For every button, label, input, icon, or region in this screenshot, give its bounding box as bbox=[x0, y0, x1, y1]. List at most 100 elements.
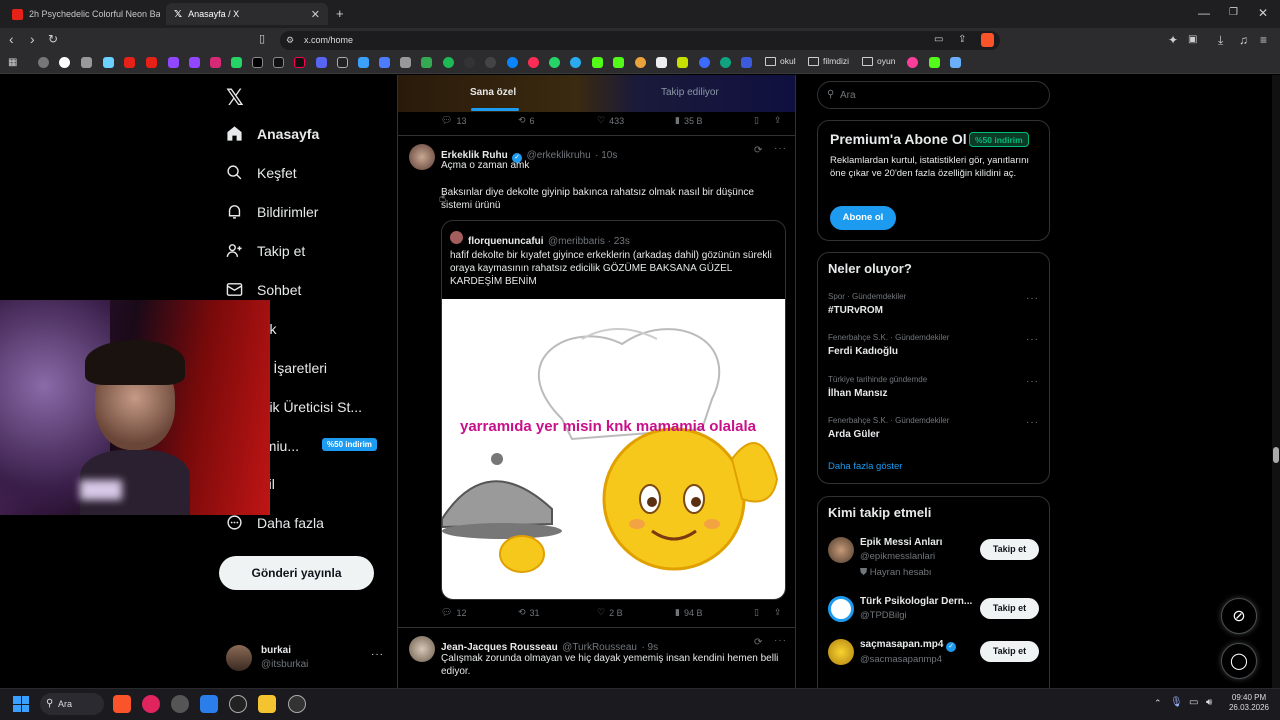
github-bookmark-icon[interactable] bbox=[485, 57, 496, 68]
trend-more-icon[interactable]: ··· bbox=[1026, 417, 1039, 428]
close-tab-icon[interactable]: ✕ bbox=[311, 8, 320, 21]
bookmark-icon[interactable] bbox=[358, 57, 369, 68]
bookmark-icon[interactable] bbox=[950, 57, 961, 68]
brave-taskbar-icon[interactable] bbox=[113, 695, 131, 713]
trend-more-icon[interactable]: ··· bbox=[1026, 334, 1039, 345]
grok-taskbar-icon[interactable] bbox=[229, 695, 247, 713]
follow-button[interactable]: Takip et bbox=[980, 641, 1039, 662]
address-bar[interactable]: x.com/home bbox=[280, 31, 1000, 50]
app-taskbar-icon[interactable] bbox=[171, 695, 189, 713]
bookmark-folder-oyun[interactable]: oyun bbox=[862, 56, 895, 66]
app-taskbar-icon[interactable] bbox=[200, 695, 218, 713]
grok-floating-button[interactable]: ⊘ bbox=[1221, 598, 1257, 634]
nav-notifications[interactable]: Bildirimler bbox=[226, 203, 318, 220]
bookmark-icon[interactable] bbox=[699, 57, 710, 68]
reload-icon[interactable]: ↻ bbox=[48, 33, 58, 45]
youtube-bookmark-icon[interactable] bbox=[124, 57, 135, 68]
tab-for-you[interactable]: Sana özel bbox=[470, 87, 516, 98]
taskbar-clock[interactable]: 09:40 PM 26.03.2026 bbox=[1226, 693, 1272, 713]
nav-home[interactable]: Anasayfa bbox=[226, 125, 319, 142]
bookmark-action-icon[interactable]: ▯ bbox=[754, 115, 759, 126]
suggestion-name[interactable]: Türk Psikologlar Dern... bbox=[860, 596, 972, 607]
share-action-icon[interactable]: ⇪ bbox=[774, 115, 782, 126]
show-more-link[interactable]: Daha fazla göster bbox=[828, 461, 902, 472]
tweet-more-icon[interactable]: ··· bbox=[774, 635, 787, 646]
bookmark-icon[interactable] bbox=[507, 57, 518, 68]
telegram-bookmark-icon[interactable] bbox=[570, 57, 581, 68]
chatgpt-bookmark-icon[interactable] bbox=[720, 57, 731, 68]
brave-shield-icon[interactable] bbox=[981, 33, 994, 47]
kick-bookmark-icon[interactable] bbox=[929, 57, 940, 68]
suggestion-avatar[interactable] bbox=[828, 596, 854, 622]
bookmark-icon[interactable] bbox=[273, 57, 284, 68]
nav-more[interactable]: Daha fazla bbox=[226, 514, 324, 531]
twitch-bookmark-icon[interactable] bbox=[168, 57, 179, 68]
back-icon[interactable]: ‹ bbox=[9, 32, 14, 46]
site-info-icon[interactable]: ⚙ bbox=[286, 34, 294, 46]
x-bookmark-icon[interactable] bbox=[252, 57, 263, 68]
bookmark-icon[interactable] bbox=[677, 57, 688, 68]
bookmark-page-icon[interactable]: ▯ bbox=[259, 33, 265, 45]
bookmark-icon[interactable] bbox=[400, 57, 411, 68]
bookmark-folder-filmdizi[interactable]: filmdizi bbox=[808, 56, 849, 66]
like-stat[interactable]: ♡ 433 bbox=[597, 115, 624, 126]
follow-button[interactable]: Takip et bbox=[980, 539, 1039, 560]
mic-icon[interactable]: 🎙︎ bbox=[1170, 697, 1183, 708]
tweet-avatar[interactable] bbox=[409, 144, 435, 170]
bookmark-icon[interactable] bbox=[656, 57, 667, 68]
discord-bookmark-icon[interactable] bbox=[316, 57, 327, 68]
suggestion-avatar[interactable] bbox=[828, 639, 854, 665]
kick-bookmark-icon[interactable] bbox=[592, 57, 603, 68]
tab-following[interactable]: Takip ediliyor bbox=[661, 87, 719, 98]
close-window-icon[interactable]: ✕ bbox=[1258, 7, 1268, 19]
tweet-more-icon[interactable]: ··· bbox=[774, 143, 787, 154]
windows-start-icon[interactable] bbox=[13, 696, 29, 712]
trend-more-icon[interactable]: ··· bbox=[1026, 293, 1039, 304]
menu-icon[interactable]: ≡ bbox=[1260, 34, 1267, 46]
page-scrollbar[interactable] bbox=[1272, 75, 1280, 688]
quoted-tweet[interactable]: florquenuncafui @meribbaris · 23s hafif … bbox=[441, 220, 786, 600]
bookmark-icon[interactable] bbox=[103, 57, 114, 68]
tweet-avatar[interactable] bbox=[409, 636, 435, 662]
views-stat[interactable]: ▮ 35 B bbox=[675, 115, 702, 126]
messages-floating-button[interactable]: ◯ bbox=[1221, 643, 1257, 679]
whatsapp-bookmark-icon[interactable] bbox=[549, 57, 560, 68]
nav-messages[interactable]: Sohbet bbox=[226, 281, 301, 298]
grok-action-icon[interactable]: ⟳ bbox=[754, 637, 762, 648]
like-stat[interactable]: ♡ 2 B bbox=[597, 607, 623, 618]
subscribe-button[interactable]: Abone ol bbox=[830, 206, 896, 230]
repost-stat[interactable]: ⟲ 6 bbox=[518, 115, 535, 126]
forward-icon[interactable]: › bbox=[30, 32, 35, 46]
suggestion-avatar[interactable] bbox=[828, 537, 854, 563]
bookmark-icon[interactable] bbox=[231, 57, 242, 68]
bookmark-icon[interactable] bbox=[741, 57, 752, 68]
bookmark-action-icon[interactable]: ▯ bbox=[754, 607, 759, 618]
trend-name[interactable]: Arda Güler bbox=[828, 429, 880, 440]
search-input[interactable]: ⚲ Ara bbox=[817, 81, 1050, 109]
extensions-icon[interactable]: ✦ bbox=[1168, 34, 1178, 46]
bookmark-icon[interactable] bbox=[464, 57, 475, 68]
apps-grid-icon[interactable]: ▦ bbox=[8, 57, 17, 69]
trend-more-icon[interactable]: ··· bbox=[1026, 376, 1039, 387]
post-button[interactable]: Gönderi yayınla bbox=[219, 556, 374, 590]
tray-chevron-icon[interactable]: ⌃ bbox=[1154, 698, 1162, 709]
trend-name[interactable]: İlhan Mansız bbox=[828, 388, 887, 399]
network-icon[interactable]: ▭ bbox=[1189, 697, 1198, 708]
share-action-icon[interactable]: ⇪ bbox=[774, 607, 782, 618]
suggestion-name[interactable]: Epik Messi Anları bbox=[860, 537, 942, 548]
app-taskbar-icon[interactable] bbox=[288, 695, 306, 713]
account-menu-icon[interactable]: ··· bbox=[371, 649, 384, 660]
follow-button[interactable]: Takip et bbox=[980, 598, 1039, 619]
tab-x-home[interactable]: 𝕏 Anasayfa / X ✕ bbox=[166, 3, 328, 25]
grok-action-icon[interactable]: ⟳ bbox=[754, 145, 762, 156]
twitch-bookmark-icon[interactable] bbox=[189, 57, 200, 68]
cast-icon[interactable]: ▭ bbox=[934, 34, 943, 46]
trend-name[interactable]: #TURvROM bbox=[828, 305, 883, 316]
file-explorer-taskbar-icon[interactable] bbox=[258, 695, 276, 713]
repost-stat[interactable]: ⟲ 31 bbox=[518, 607, 540, 618]
bookmark-icon[interactable] bbox=[528, 57, 539, 68]
sidebar-icon[interactable]: ▣ bbox=[1188, 34, 1197, 46]
taskbar-search[interactable]: ⚲ Ara bbox=[40, 693, 104, 715]
views-stat[interactable]: ▮ 94 B bbox=[675, 607, 702, 618]
bookmark-icon[interactable] bbox=[635, 57, 646, 68]
